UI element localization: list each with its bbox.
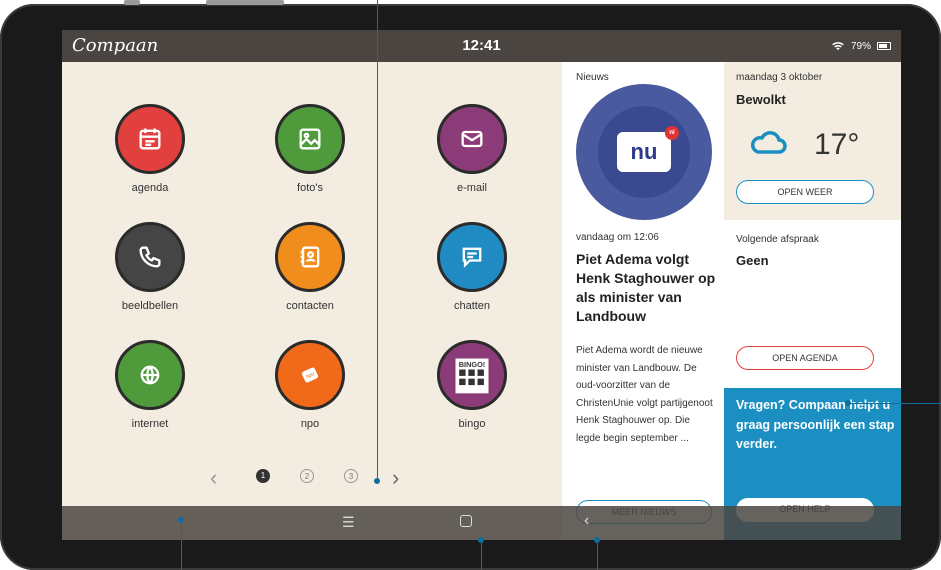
screen: Compaan 12:41 79% agenda foto's e-mail b… <box>62 30 901 540</box>
appointment-title: Volgende afspraak <box>736 234 819 245</box>
app-npo[interactable]: npo npo <box>250 340 370 430</box>
callout-line <box>181 518 182 570</box>
weather-date: maandag 3 oktober <box>736 72 823 83</box>
news-section-title: Nieuws <box>576 72 609 83</box>
app-label: beeldbellen <box>121 300 179 312</box>
app-label: e-mail <box>457 182 487 194</box>
nl-badge: nl <box>665 126 679 140</box>
chevron-right-icon[interactable]: › <box>392 465 399 491</box>
app-label: bingo <box>458 418 486 430</box>
app-label: internet <box>131 418 169 430</box>
callout-line <box>481 540 482 570</box>
callout-dot <box>594 537 600 543</box>
chat-icon[interactable] <box>437 222 507 292</box>
app-bingo[interactable]: BINGO! bingo <box>412 340 532 430</box>
battery-icon <box>877 42 891 50</box>
chevron-left-icon[interactable]: ‹ <box>210 465 217 491</box>
logo-ring: nu nl <box>598 106 690 198</box>
phone-icon[interactable] <box>115 222 185 292</box>
page-dot-2[interactable]: 2 <box>300 469 314 483</box>
open-agenda-button[interactable]: OPEN AGENDA <box>736 346 874 370</box>
app-chatten[interactable]: chatten <box>412 222 532 312</box>
cloud-icon <box>751 131 787 154</box>
app-contacten[interactable]: contacten <box>250 222 370 312</box>
app-label: foto's <box>297 182 323 194</box>
page-dot-1[interactable]: 1 <box>256 469 270 483</box>
calendar-icon[interactable] <box>115 104 185 174</box>
page-dot-3[interactable]: 3 <box>344 469 358 483</box>
callout-line <box>377 0 378 478</box>
volume-button <box>206 0 284 5</box>
weather-temperature: 17° <box>814 128 860 161</box>
image-icon[interactable] <box>275 104 345 174</box>
news-body: Piet Adema wordt de nieuwe minister van … <box>576 345 713 444</box>
app-fotos[interactable]: foto's <box>250 104 370 194</box>
nu-nl-logo: nu nl <box>576 84 712 220</box>
help-text: Vragen? Compaan helpt u graag persoonlij… <box>736 398 895 451</box>
clock: 12:41 <box>462 37 501 54</box>
logo-text: nu <box>630 139 658 164</box>
globe-icon[interactable] <box>115 340 185 410</box>
hardware-button <box>124 0 140 5</box>
callout-dot <box>478 537 484 543</box>
contacts-icon[interactable] <box>275 222 345 292</box>
status-bar: Compaan 12:41 79% <box>62 30 901 62</box>
app-label: agenda <box>131 182 169 194</box>
appointment-panel[interactable]: Volgende afspraak Geen OPEN AGENDA <box>724 220 901 388</box>
nu-logo-text: nu nl <box>617 126 679 172</box>
weather-panel[interactable]: maandag 3 oktober Bewolkt 17° OPEN WEER <box>724 62 901 220</box>
app-agenda[interactable]: agenda <box>90 104 210 194</box>
news-timestamp: vandaag om 12:06 <box>576 232 659 243</box>
recents-icon[interactable]: ☰ <box>342 514 355 531</box>
open-weather-button[interactable]: OPEN WEER <box>736 180 874 204</box>
callout-dot <box>845 400 851 406</box>
wifi-icon <box>832 42 844 51</box>
status-indicators: 79% <box>831 39 891 53</box>
bingo-icon[interactable]: BINGO! <box>437 340 507 410</box>
back-icon[interactable]: ‹ <box>584 512 589 530</box>
app-beeldbellen[interactable]: beeldbellen <box>90 222 210 312</box>
android-nav-bar: ☰ ‹ <box>62 506 901 540</box>
app-internet[interactable]: internet <box>90 340 210 430</box>
weather-condition: Bewolkt <box>736 92 786 107</box>
battery-level: 79% <box>850 40 871 52</box>
app-label: npo <box>300 418 320 430</box>
app-email[interactable]: e-mail <box>412 104 532 194</box>
callout-dot <box>374 478 380 484</box>
mail-icon[interactable] <box>437 104 507 174</box>
callout-line <box>848 403 941 404</box>
news-headline[interactable]: Piet Adema volgt Henk Staghouwer op als … <box>576 250 716 326</box>
appointment-value: Geen <box>736 253 769 268</box>
callout-line <box>597 540 598 570</box>
npo-icon[interactable]: npo <box>275 340 345 410</box>
news-panel[interactable]: Nieuws nu nl vandaag om 12:06 Piet Adema… <box>562 62 724 540</box>
page-indicator: ‹ 1 2 3 › <box>210 462 410 492</box>
home-icon[interactable] <box>460 515 472 527</box>
app-grid: agenda foto's e-mail beeldbellen contact… <box>62 62 562 502</box>
app-label: chatten <box>453 300 491 312</box>
callout-dot <box>178 517 184 523</box>
svg-text:BINGO!: BINGO! <box>459 360 485 369</box>
app-label: contacten <box>286 300 334 312</box>
